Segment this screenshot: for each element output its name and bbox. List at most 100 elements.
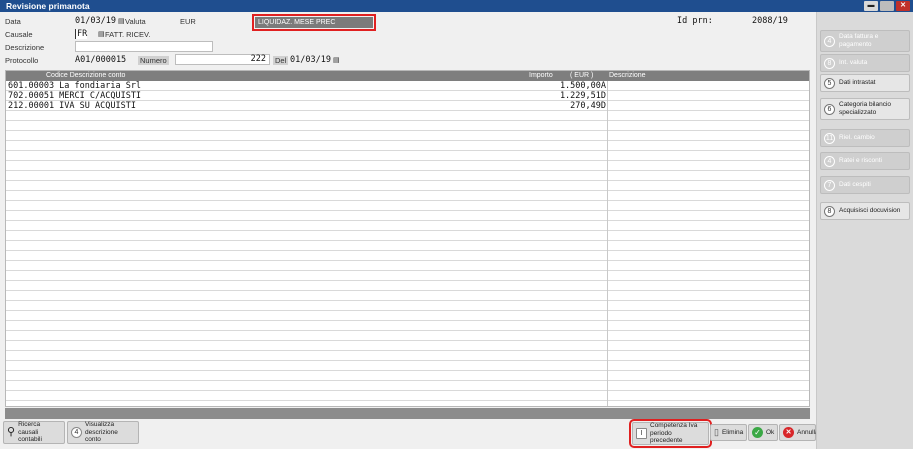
table-row[interactable] [6, 291, 809, 301]
account-cell: 601.00003 La fondiaria Srl [8, 81, 142, 91]
amount-cell: 1.229,51D [559, 91, 606, 101]
table-row[interactable] [6, 201, 809, 211]
table-row[interactable]: 702.00051 MERCI C/ACQUISTI 1.229,51D [6, 91, 809, 101]
side-button[interactable]: 11 Riel. cambio [820, 129, 910, 147]
competenza-iva-button[interactable]: I Competenza Iva periodo precedente [629, 419, 712, 448]
minimize-button[interactable]: ▬ [864, 1, 878, 11]
key-4-icon: 4 [71, 427, 82, 438]
protocollo-field[interactable]: A01/000015 [75, 55, 126, 65]
key-icon: 7 [824, 179, 835, 191]
table-row[interactable] [6, 381, 809, 391]
account-cell: 702.00051 MERCI C/ACQUISTI [8, 91, 142, 101]
calendar-icon[interactable]: ▤ [118, 17, 125, 25]
table-row[interactable] [6, 311, 809, 321]
elimina-label: Elimina [721, 428, 744, 436]
annulla-button[interactable]: ✕ Annulla [779, 424, 819, 441]
table-row[interactable] [6, 121, 809, 131]
table-row[interactable] [6, 181, 809, 191]
side-button-label: Ratei e risconti [839, 157, 882, 164]
table-row[interactable] [6, 371, 809, 381]
lookup-icon[interactable]: ▤ [98, 30, 105, 38]
window-controls: ▬ □ ✕ [864, 1, 910, 11]
del-label: Del [273, 56, 289, 65]
side-button[interactable]: 4 Data fattura e pagamento [820, 30, 910, 52]
table-row[interactable] [6, 221, 809, 231]
table-row[interactable] [6, 281, 809, 291]
numero-field[interactable]: 222 [175, 54, 270, 65]
descrizione-field[interactable] [75, 41, 213, 52]
table-row[interactable]: 212.00001 IVA SU ACQUISTI 270,49D [6, 101, 809, 111]
table-row[interactable] [6, 391, 809, 401]
header-codice: Codice Descrizione conto [46, 72, 126, 79]
side-button-label: Categoria bilancio specializzato [839, 101, 892, 116]
table-row[interactable] [6, 231, 809, 241]
table-row[interactable]: 601.00003 La fondiaria Srl 1.500,00A [6, 81, 809, 91]
side-button[interactable]: 8 Int. valuta [820, 54, 910, 72]
table-row[interactable] [6, 241, 809, 251]
table-row[interactable] [6, 141, 809, 151]
competenza-iva-label: Competenza Iva periodo precedente [650, 422, 698, 445]
account-cell: 212.00001 IVA SU ACQUISTI [8, 101, 136, 111]
main-panel: Data 01/03/19 ▤ Valuta EUR LIQUIDAZ. MES… [0, 12, 819, 449]
side-button[interactable]: 6 Categoria bilancio specializzato [820, 98, 910, 120]
table-row[interactable] [6, 331, 809, 341]
calendar-icon[interactable]: ▤ [333, 56, 340, 64]
table-row[interactable] [6, 251, 809, 261]
header-importo: Importo [529, 72, 553, 79]
table-row[interactable] [6, 361, 809, 371]
causale-label: Causale [5, 30, 33, 39]
table-row[interactable] [6, 211, 809, 221]
table-row[interactable] [6, 191, 809, 201]
window-title: Revisione primanota [6, 1, 90, 11]
ricerca-causali-label: Ricerca causali contabili [18, 421, 42, 444]
causale-description: FATT. RICEV. [105, 30, 151, 39]
side-button-label: Dati cespiti [839, 181, 871, 188]
cancel-icon: ✕ [783, 427, 794, 438]
side-button-label: Riel. cambio [839, 134, 875, 141]
table-row[interactable] [6, 151, 809, 161]
numero-label: Numero [138, 56, 169, 65]
ok-button[interactable]: ✓ Ok [748, 424, 778, 441]
header-descrizione: Descrizione [609, 72, 646, 79]
idprn-label: Id prn: [677, 16, 713, 26]
valuta-value[interactable]: EUR [180, 17, 196, 26]
side-button-label: Data fattura e pagamento [839, 33, 879, 48]
table-row[interactable] [6, 301, 809, 311]
table-row[interactable] [6, 321, 809, 331]
ricerca-causali-button[interactable]: ⚲ Ricerca causali contabili [3, 421, 65, 444]
del-date-field[interactable]: 01/03/19 [290, 55, 331, 65]
elimina-button[interactable]: ▯ Elimina [710, 424, 747, 441]
grid-header: Codice Descrizione conto Importo ( EUR )… [6, 71, 809, 81]
table-row[interactable] [6, 261, 809, 271]
data-field[interactable]: 01/03/19 [75, 16, 116, 26]
descrizione-label: Descrizione [5, 43, 45, 52]
table-row[interactable] [6, 111, 809, 121]
side-button-label: Dati intrastat [839, 79, 876, 86]
visualizza-descrizione-label: Visualizza descrizione conto [85, 421, 118, 444]
visualizza-descrizione-button[interactable]: 4 Visualizza descrizione conto [67, 421, 139, 444]
table-row[interactable] [6, 271, 809, 281]
key-icon: 5 [824, 77, 835, 89]
side-button[interactable]: 5 Dati intrastat [820, 74, 910, 92]
search-icon: ⚲ [7, 425, 16, 438]
side-button[interactable]: 7 Dati cespiti [820, 176, 910, 194]
ok-label: Ok [766, 428, 775, 436]
table-row[interactable] [6, 171, 809, 181]
trash-icon: ▯ [714, 426, 719, 437]
table-row[interactable] [6, 131, 809, 141]
liquidaz-badge: LIQUIDAZ. MESE PREC [252, 14, 376, 31]
maximize-button[interactable]: □ [880, 1, 894, 11]
side-button-label: Int. valuta [839, 59, 868, 66]
side-button[interactable]: 4 Ratei e risconti [820, 152, 910, 170]
causale-code-field[interactable]: FR [75, 29, 88, 39]
table-row[interactable] [6, 351, 809, 361]
table-row[interactable] [6, 161, 809, 171]
header-valuta: ( EUR ) [570, 72, 594, 79]
data-label: Data [5, 17, 21, 26]
side-button[interactable]: 8 Acquisisci docuvision [820, 202, 910, 220]
idprn-value: 2088/19 [752, 16, 788, 26]
table-row[interactable] [6, 341, 809, 351]
key-icon: 11 [824, 132, 835, 144]
close-button[interactable]: ✕ [896, 1, 910, 11]
journal-grid: Codice Descrizione conto Importo ( EUR )… [5, 70, 810, 407]
